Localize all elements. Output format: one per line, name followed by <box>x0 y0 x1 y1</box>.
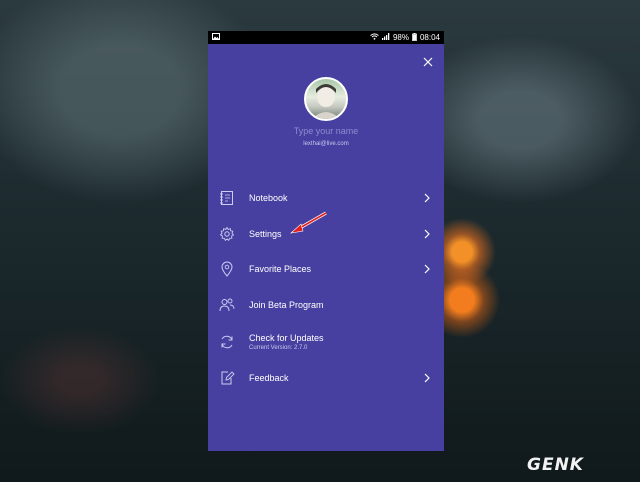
signal-icon <box>381 33 390 42</box>
menu-item-label: Check for Updates <box>249 333 324 343</box>
menu-item-notebook[interactable]: Notebook <box>208 183 444 213</box>
menu-item-settings[interactable]: Settings <box>208 219 444 249</box>
users-icon <box>219 298 235 312</box>
avatar-photo <box>312 84 340 119</box>
image-notification-icon <box>212 33 220 42</box>
menu-item-label: Settings <box>249 229 282 239</box>
wifi-icon <box>370 33 379 42</box>
status-bar: 98% 08:04 <box>208 31 444 44</box>
name-input[interactable] <box>248 126 404 136</box>
close-button[interactable] <box>421 55 435 69</box>
chevron-right-icon <box>424 264 430 274</box>
account-email: lexthai@live.com <box>303 141 349 147</box>
menu-item-favorite-places[interactable]: Favorite Places <box>208 254 444 284</box>
menu-item-feedback[interactable]: Feedback <box>208 363 444 393</box>
current-version-label: Current Version: 2.7.0 <box>249 345 308 351</box>
menu-item-label: Favorite Places <box>249 264 312 274</box>
chevron-right-icon <box>424 193 430 203</box>
location-pin-icon <box>221 261 233 277</box>
watermark-logo: GENK <box>527 455 584 475</box>
menu-item-label: Notebook <box>249 193 288 203</box>
phone-screen: 98% 08:04 lexthai@live.com Notebook Sett… <box>208 31 444 451</box>
refresh-icon <box>221 335 233 349</box>
menu-item-label: Join Beta Program <box>249 300 324 310</box>
gear-icon <box>219 226 235 241</box>
close-icon <box>423 57 433 67</box>
menu-item-check-updates[interactable]: Check for Updates Current Version: 2.7.0 <box>208 325 444 359</box>
edit-icon <box>221 371 235 385</box>
notebook-icon <box>220 191 233 205</box>
clock: 08:04 <box>419 33 440 42</box>
avatar[interactable] <box>304 77 348 121</box>
battery-percent: 98% <box>392 33 409 42</box>
menu-item-label: Feedback <box>249 373 289 383</box>
chevron-right-icon <box>424 373 430 383</box>
menu-item-join-beta[interactable]: Join Beta Program <box>208 290 444 320</box>
chevron-right-icon <box>424 229 430 239</box>
battery-icon <box>412 32 417 43</box>
